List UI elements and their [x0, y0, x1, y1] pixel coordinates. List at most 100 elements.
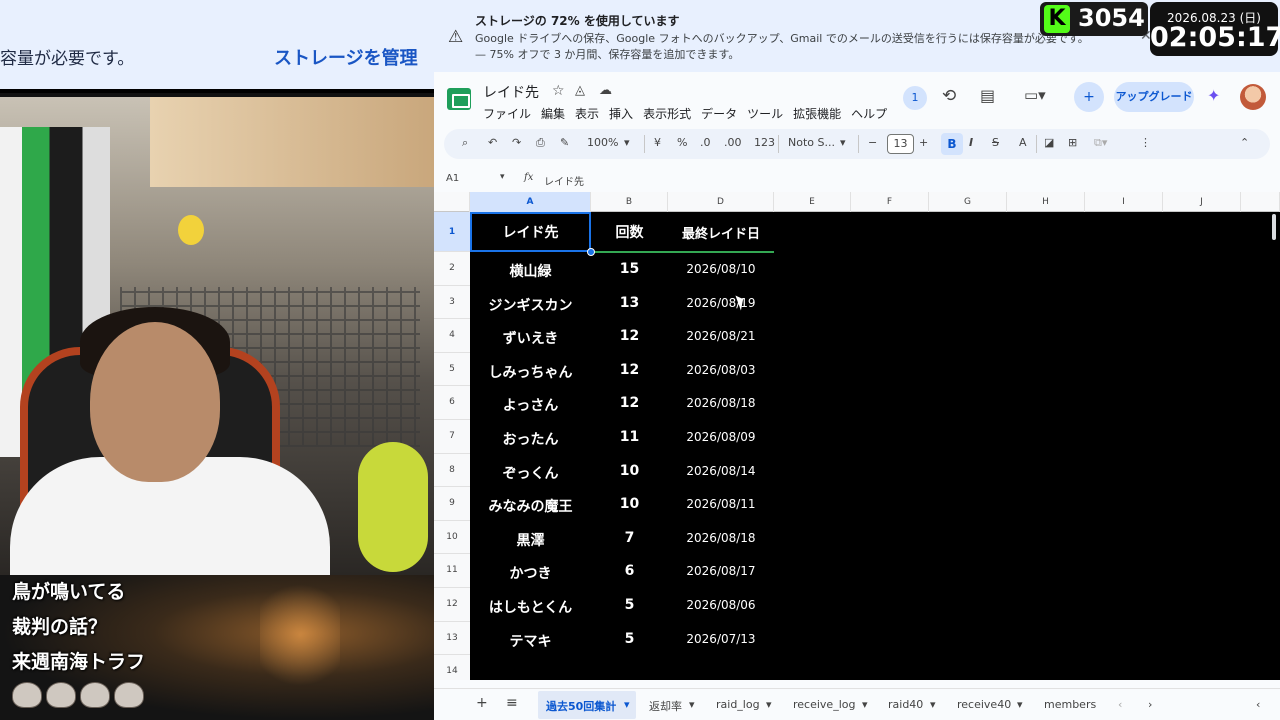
more-options-icon[interactable]: ⋮: [1140, 136, 1151, 149]
menu-extensions[interactable]: 拡張機能: [793, 105, 841, 122]
menu-data[interactable]: データ: [701, 105, 737, 122]
cell-raid-target[interactable]: しみっちゃん: [470, 362, 591, 382]
manage-storage-link[interactable]: ストレージを管理: [274, 44, 418, 70]
header-cell-last-date[interactable]: 最終レイド日: [668, 223, 774, 242]
tab-return-rate[interactable]: 返却率: [649, 698, 682, 714]
document-title[interactable]: レイド先: [483, 82, 539, 102]
print-icon[interactable]: ⎙: [536, 136, 545, 150]
cell-last-date[interactable]: 2026/08/06: [668, 598, 774, 612]
scroll-right-icon[interactable]: ›: [1148, 698, 1152, 711]
percent-format-button[interactable]: %: [677, 136, 687, 149]
row-header[interactable]: 13: [434, 621, 470, 656]
cell-count[interactable]: 10: [591, 496, 668, 512]
redo-icon[interactable]: ↷: [512, 136, 521, 149]
column-header-f[interactable]: F: [851, 192, 929, 212]
spreadsheet-grid[interactable]: A B D E F G H I J 1 2 3 4 5 6 7 8 9 10 11 12 13 14 レイ…: [434, 192, 1280, 680]
column-header-i[interactable]: I: [1085, 192, 1163, 212]
chevron-down-icon[interactable]: ▾: [624, 698, 630, 711]
cell-count[interactable]: 5: [591, 631, 668, 647]
header-cell-count[interactable]: 回数: [591, 222, 668, 242]
cell-count[interactable]: 10: [591, 463, 668, 479]
column-header-h[interactable]: H: [1007, 192, 1085, 212]
paint-format-icon[interactable]: ✎: [560, 136, 569, 149]
merge-cells-icon[interactable]: ⧉▾: [1094, 136, 1107, 150]
row-header[interactable]: 2: [434, 252, 470, 286]
fill-handle[interactable]: [587, 248, 595, 256]
row-header[interactable]: 10: [434, 520, 470, 555]
cell-last-date[interactable]: 2026/08/19: [668, 296, 774, 310]
star-icon[interactable]: ☆: [552, 83, 565, 99]
font-size-increase-icon[interactable]: +: [919, 136, 928, 149]
font-size-decrease-icon[interactable]: −: [868, 136, 877, 149]
row-header[interactable]: 7: [434, 420, 470, 454]
chevron-down-icon[interactable]: ▾: [840, 136, 846, 149]
menu-insert[interactable]: 挿入: [609, 105, 633, 122]
font-select[interactable]: Noto S...: [788, 136, 835, 149]
text-color-button[interactable]: A: [1019, 136, 1027, 149]
increase-decimal-button[interactable]: .00: [724, 136, 742, 149]
collapse-toolbar-icon[interactable]: ⌃: [1240, 136, 1249, 149]
cell-last-date[interactable]: 2026/08/18: [668, 396, 774, 410]
strikethrough-button[interactable]: S: [992, 136, 999, 149]
cell-last-date[interactable]: 2026/08/03: [668, 363, 774, 377]
viewer-count-badge[interactable]: 1: [903, 86, 927, 110]
cell-last-date[interactable]: 2026/08/14: [668, 464, 774, 478]
column-header-g[interactable]: G: [929, 192, 1007, 212]
row-header[interactable]: 14: [434, 655, 470, 680]
row-header[interactable]: 4: [434, 319, 470, 353]
tab-members[interactable]: members: [1044, 698, 1096, 711]
font-size-input[interactable]: 13: [887, 134, 914, 154]
tab-raid-log[interactable]: raid_log: [716, 698, 760, 711]
fill-color-icon[interactable]: ◪: [1044, 136, 1054, 149]
cell-raid-target[interactable]: おったん: [470, 429, 591, 449]
cell-count[interactable]: 13: [591, 295, 668, 311]
cell-last-date[interactable]: 2026/08/18: [668, 531, 774, 545]
cell-last-date[interactable]: 2026/08/09: [668, 430, 774, 444]
row-header[interactable]: 5: [434, 352, 470, 387]
column-header-e[interactable]: E: [774, 192, 851, 212]
avatar[interactable]: [1240, 84, 1266, 110]
menu-tools[interactable]: ツール: [747, 105, 783, 122]
tab-receive40[interactable]: receive40: [957, 698, 1011, 711]
tab-summary-50[interactable]: 過去50回集計: [546, 698, 616, 714]
cell-last-date[interactable]: 2026/08/21: [668, 329, 774, 343]
add-sheet-icon[interactable]: +: [476, 695, 488, 711]
sheets-logo-icon[interactable]: [447, 88, 471, 110]
cell-raid-target[interactable]: ぞっくん: [470, 463, 591, 483]
cell-raid-target[interactable]: テマキ: [470, 631, 591, 651]
column-header-j[interactable]: J: [1163, 192, 1241, 212]
all-sheets-icon[interactable]: ≡: [506, 695, 518, 711]
currency-format-button[interactable]: ¥: [654, 136, 661, 149]
italic-button[interactable]: I: [969, 136, 973, 149]
menu-help[interactable]: ヘルプ: [851, 105, 887, 122]
row-header[interactable]: 3: [434, 285, 470, 320]
number-format-button[interactable]: 123: [754, 136, 775, 149]
scroll-left-icon[interactable]: ‹: [1118, 698, 1122, 711]
selected-cell-a1[interactable]: [470, 212, 591, 252]
chevron-down-icon[interactable]: ▾: [624, 136, 630, 149]
upgrade-button[interactable]: アップグレード: [1114, 82, 1194, 112]
row-header[interactable]: 11: [434, 554, 470, 588]
cell-last-date[interactable]: 2026/07/13: [668, 632, 774, 646]
borders-icon[interactable]: ⊞: [1068, 136, 1077, 149]
cell-count[interactable]: 12: [591, 328, 668, 344]
row-header[interactable]: 8: [434, 453, 470, 488]
move-folder-icon[interactable]: ◬: [575, 83, 585, 98]
decrease-decimal-button[interactable]: .0: [700, 136, 711, 149]
column-header-b[interactable]: B: [591, 192, 668, 212]
vertical-scrollbar[interactable]: [1272, 212, 1278, 672]
cell-raid-target[interactable]: ずいえき: [470, 328, 591, 348]
cell-count[interactable]: 12: [591, 395, 668, 411]
cell-raid-target[interactable]: ジンギスカン: [470, 295, 591, 315]
chevron-down-icon[interactable]: ▾: [766, 698, 772, 711]
cell-last-date[interactable]: 2026/08/11: [668, 497, 774, 511]
tab-raid40[interactable]: raid40: [888, 698, 923, 711]
cell-count[interactable]: 7: [591, 530, 668, 546]
row-header[interactable]: 6: [434, 386, 470, 420]
cell-raid-target[interactable]: 黒澤: [470, 530, 591, 550]
meet-icon[interactable]: ▭▾: [1024, 86, 1046, 104]
cell-count[interactable]: 6: [591, 563, 668, 579]
chevron-down-icon[interactable]: ▾: [930, 698, 936, 711]
tab-receive-log[interactable]: receive_log: [793, 698, 855, 711]
zoom-select[interactable]: 100%: [587, 136, 618, 149]
